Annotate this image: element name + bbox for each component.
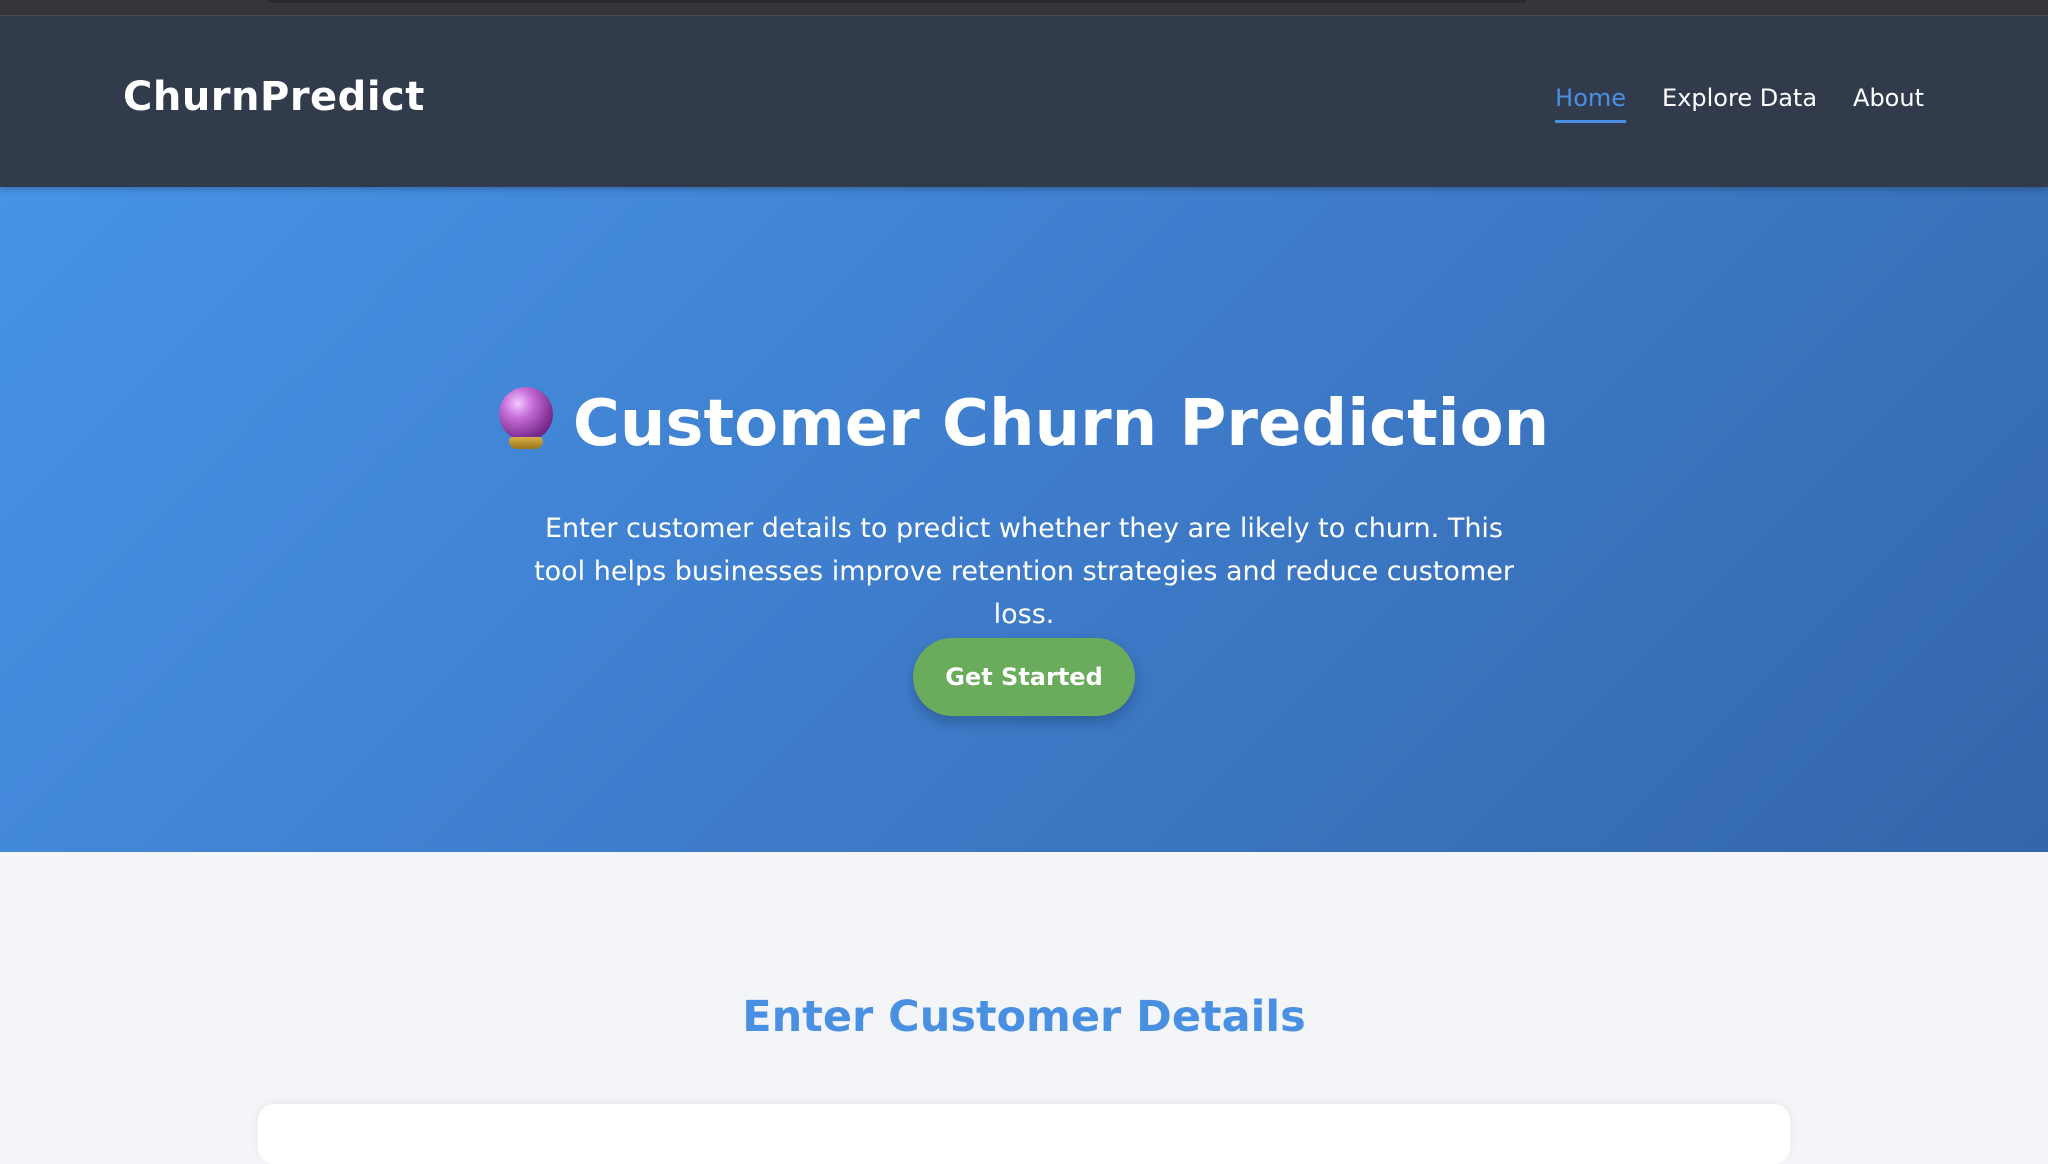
nav-link-about[interactable]: About bbox=[1853, 84, 1924, 123]
nav-link-home[interactable]: Home bbox=[1555, 84, 1627, 123]
browser-chrome-strip bbox=[0, 0, 2048, 16]
crystal-ball-icon bbox=[498, 387, 553, 449]
navbar: ChurnPredict Home Explore Data About bbox=[0, 16, 2048, 187]
get-started-button[interactable]: Get Started bbox=[913, 638, 1135, 716]
brand-logo[interactable]: ChurnPredict bbox=[123, 74, 425, 120]
hero-title-text: Customer Churn Prediction bbox=[572, 387, 1550, 461]
hero-description: Enter customer details to predict whethe… bbox=[534, 513, 1514, 630]
crystal-ball-orb bbox=[498, 387, 553, 441]
nav-links: Home Explore Data About bbox=[1555, 84, 1924, 123]
hero-section: Customer Churn Prediction Enter customer… bbox=[0, 187, 2048, 852]
hero-title: Customer Churn Prediction bbox=[0, 387, 2048, 461]
nav-link-explore-data[interactable]: Explore Data bbox=[1662, 84, 1817, 123]
browser-address-bar-edge bbox=[268, 0, 1526, 3]
form-section-title: Enter Customer Details bbox=[742, 992, 1306, 1042]
crystal-ball-base bbox=[508, 437, 543, 449]
customer-details-form-card bbox=[258, 1104, 1790, 1164]
